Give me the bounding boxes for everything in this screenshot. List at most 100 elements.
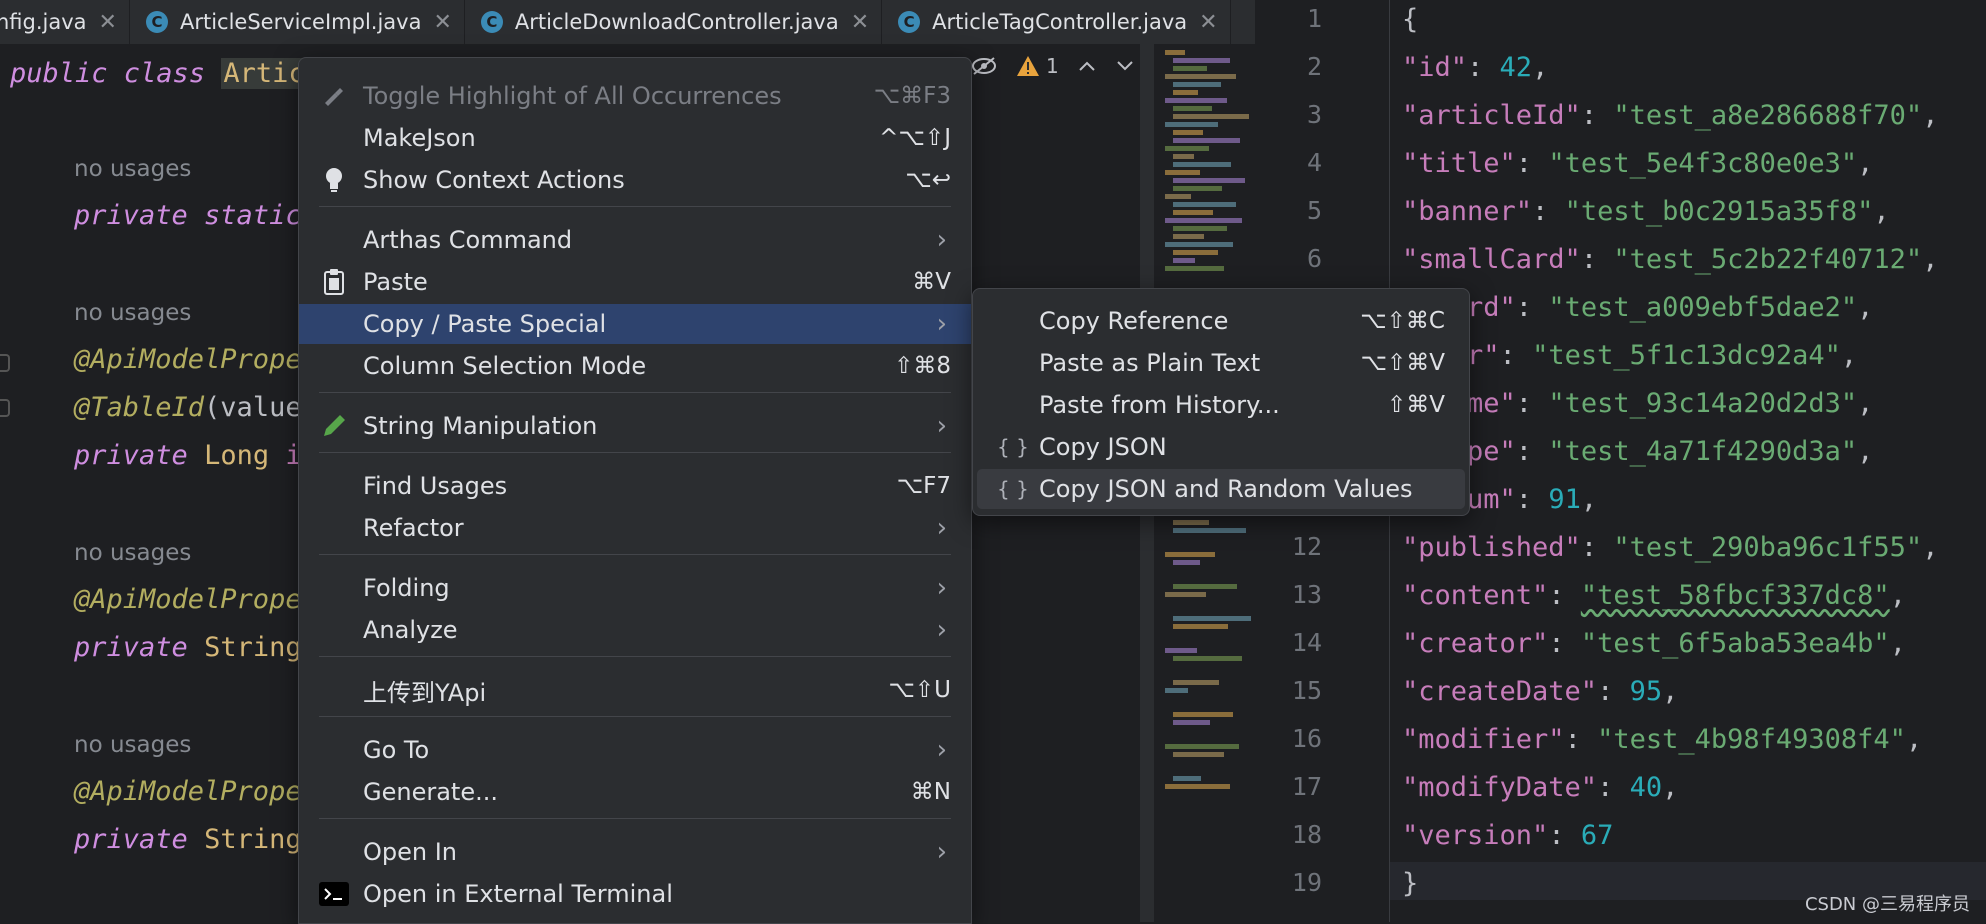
menu-item-toggle-highlight-of-all-occurrences[interactable]: Toggle Highlight of All Occurrences ⌥⌘F3 <box>299 76 971 116</box>
json-value: "test_b0c2915a35f8" <box>1564 196 1874 227</box>
gutter-marker-icon[interactable] <box>0 354 10 372</box>
submenu-item-paste-as-plain-text[interactable]: Paste as Plain Text ⌥⇧⌘V <box>977 343 1465 383</box>
menu-item-refactor[interactable]: Refactor › <box>299 508 971 548</box>
watermark: CSDN @三易程序员 <box>1804 894 1970 915</box>
submenu-item-label: Paste as Plain Text <box>1039 349 1261 377</box>
code-line: @TableId(value <box>74 392 302 423</box>
warnings-counter[interactable]: 1 <box>1016 54 1059 78</box>
chevron-right-icon: › <box>936 225 947 255</box>
annotation: @ApiModelPrope <box>74 344 302 375</box>
menu-item-makejson[interactable]: MakeJson ^⌥⇧J <box>299 118 971 158</box>
eye-crossed-icon[interactable] <box>970 56 998 76</box>
close-icon[interactable]: ✕ <box>1199 10 1217 35</box>
menu-separator <box>319 818 951 819</box>
json-value: 91 <box>1548 484 1581 515</box>
minimap-line <box>1173 90 1198 95</box>
usage-hint[interactable]: no usages <box>74 540 191 566</box>
code-line: private static <box>74 200 302 231</box>
json-comma: , <box>1662 772 1679 803</box>
json-braces-icon: { } <box>997 435 1029 459</box>
json-value: "test_5e4f3c80e0e3" <box>1548 148 1858 179</box>
close-icon[interactable]: ✕ <box>433 10 451 35</box>
json-colon: : <box>1580 244 1614 275</box>
line-number: 17 <box>1291 772 1322 801</box>
json-value: "test_5c2b22f40712" <box>1613 244 1923 275</box>
line-number: 18 <box>1291 820 1322 849</box>
json-colon: : <box>1515 148 1549 179</box>
minimap-line <box>1173 560 1200 565</box>
minimap-line <box>1173 234 1204 239</box>
menu-item-generate[interactable]: Generate... ⌘N <box>299 772 971 812</box>
usage-hint[interactable]: no usages <box>74 732 191 758</box>
menu-item-column-selection-mode[interactable]: Column Selection Mode ⇧⌘8 <box>299 346 971 386</box>
json-key: "modifier" <box>1402 724 1565 755</box>
minimap-line <box>1165 688 1188 693</box>
menu-item-label: Folding <box>363 574 450 602</box>
menu-item-go-to[interactable]: Go To › <box>299 730 971 770</box>
gutter-marker-icon[interactable] <box>0 399 10 417</box>
menu-item-find-usages[interactable]: Find Usages ⌥F7 <box>299 466 971 506</box>
line-number: 19 <box>1291 868 1322 897</box>
submenu-item-copy-reference[interactable]: Copy Reference ⌥⇧⌘C <box>977 301 1465 341</box>
submenu-item-copy-json[interactable]: { } Copy JSON <box>977 427 1465 467</box>
json-colon: : <box>1597 676 1630 707</box>
json-value: "test_a8e286688f70" <box>1613 100 1923 131</box>
json-line: "version": 67 <box>1402 820 1613 851</box>
keyword: public class <box>10 58 206 89</box>
submenu-item-shortcut: ⇧⌘V <box>1386 392 1445 418</box>
minimap-line <box>1173 656 1242 661</box>
menu-item-label: Analyze <box>363 616 458 644</box>
code-line: private String <box>74 824 302 855</box>
chevron-down-icon[interactable] <box>1115 59 1135 73</box>
json-value: "test_4b98f49308f4" <box>1597 724 1906 755</box>
minimap-line <box>1165 50 1185 55</box>
menu-item-string-manipulation[interactable]: String Manipulation › <box>299 406 971 446</box>
tab-article-download-controller[interactable]: C ArticleDownloadController.java ✕ <box>465 0 883 44</box>
usage-hint[interactable]: no usages <box>74 300 191 326</box>
submenu-item-paste-from-history[interactable]: Paste from History... ⇧⌘V <box>977 385 1465 425</box>
minimap-line <box>1173 162 1231 167</box>
minimap-line <box>1173 616 1251 621</box>
json-value: "test_4a71f4290d3a" <box>1548 436 1858 467</box>
minimap-line <box>1165 242 1233 247</box>
submenu-item-shortcut: ⌥⇧⌘C <box>1360 308 1445 334</box>
json-value: "test_93c14a20d2d3" <box>1548 388 1858 419</box>
submenu-item-label: Copy JSON and Random Values <box>1039 475 1413 503</box>
tab-article-tag-controller[interactable]: C ArticleTagController.java ✕ <box>882 0 1231 44</box>
minimap-line <box>1173 584 1237 589</box>
menu-separator <box>319 716 951 717</box>
chevron-up-icon[interactable] <box>1077 59 1097 73</box>
menu-item-label: Generate... <box>363 778 498 806</box>
usage-hint[interactable]: no usages <box>74 156 191 182</box>
menu-item-paste[interactable]: Paste ⌘V <box>299 262 971 302</box>
minimap-line <box>1165 648 1197 653</box>
close-icon[interactable]: ✕ <box>99 10 117 35</box>
type-name: Long <box>204 440 270 471</box>
close-icon[interactable]: ✕ <box>851 10 869 35</box>
menu-item-open-in-external-terminal[interactable]: Open in External Terminal <box>299 874 971 914</box>
json-key: "id" <box>1402 52 1468 83</box>
chevron-right-icon: › <box>936 411 947 441</box>
chevron-right-icon: › <box>936 573 947 603</box>
menu-item-folding[interactable]: Folding › <box>299 568 971 608</box>
json-line: "articleId": "test_a8e286688f70", <box>1402 100 1938 131</box>
menu-item-copy-paste-special[interactable]: Copy / Paste Special › <box>299 304 971 344</box>
menu-item-shortcut: ⇧⌘8 <box>894 353 951 379</box>
menu-item-analyze[interactable]: Analyze › <box>299 610 971 650</box>
minimap-line <box>1165 146 1209 151</box>
json-key: "createDate" <box>1402 676 1598 707</box>
menu-item-arthas-command[interactable]: Arthas Command › <box>299 220 971 260</box>
json-key: "version" <box>1402 820 1549 851</box>
code-line: private Long i <box>74 440 302 471</box>
menu-item-yapi[interactable]: 上传到YApi ⌥⇧U <box>299 670 971 710</box>
menu-item-show-context-actions[interactable]: Show Context Actions ⌥↩ <box>299 160 971 200</box>
minimap-line <box>1165 98 1227 103</box>
menu-item-label: Open in External Terminal <box>363 880 673 908</box>
menu-item-open-in[interactable]: Open In › <box>299 832 971 872</box>
json-brace: } <box>1402 868 1419 899</box>
submenu-item-copy-json-and-random-values[interactable]: { } Copy JSON and Random Values <box>977 469 1465 509</box>
tab-article-service-impl[interactable]: C ArticleServiceImpl.java ✕ <box>130 0 465 44</box>
tab-config[interactable]: nfig.java ✕ <box>0 0 130 44</box>
minimap-line <box>1165 194 1191 199</box>
json-value: 67 <box>1580 820 1614 851</box>
